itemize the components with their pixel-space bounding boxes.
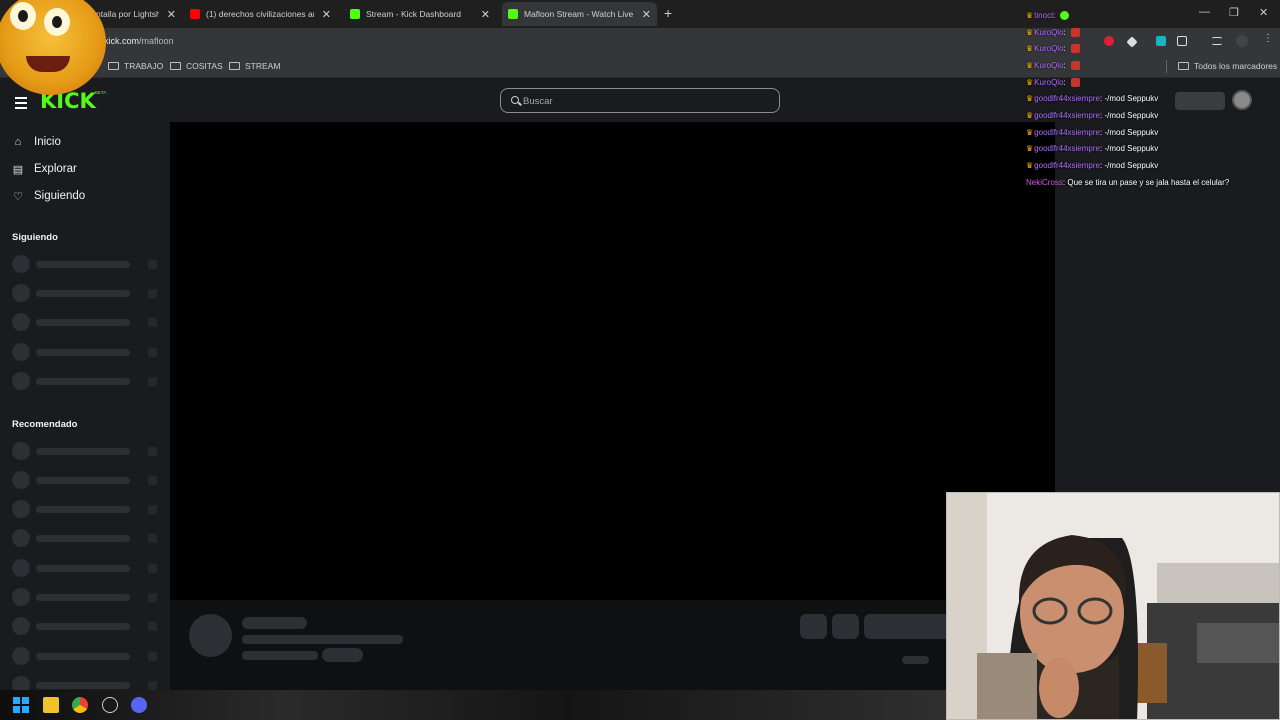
crown-icon: ♛ — [1026, 44, 1034, 54]
chat-message: ♛ goodlfr44xsiempre: -/mod Seppukv — [1026, 144, 1159, 154]
bookmark-cositas[interactable]: COSITAS — [170, 61, 223, 71]
tab-kick-dashboard[interactable]: Stream - Kick Dashboard ✕ — [344, 4, 496, 24]
skeleton-bar — [242, 635, 403, 644]
file-explorer-icon[interactable] — [43, 697, 59, 713]
bookmark-trabajo[interactable]: TRABAJO — [108, 61, 163, 71]
video-player[interactable] — [170, 122, 1055, 600]
chat-message: ♛ goodlfr44xsiempre: -/mod Seppukv — [1026, 94, 1159, 104]
chat-message: ♛ tinocl: — [1026, 7, 1280, 24]
new-tab-button[interactable]: + — [664, 5, 672, 21]
chat-message: ♛ goodlfr44xsiempre: -/mod Seppukv — [1026, 161, 1159, 171]
kick-icon — [350, 9, 360, 19]
emote-icon — [1070, 77, 1080, 87]
beta-label: BETA — [95, 90, 107, 95]
list-item-skeleton — [12, 372, 162, 390]
list-item-skeleton — [12, 313, 162, 331]
emote-icon — [1070, 27, 1080, 37]
obs-icon[interactable] — [102, 697, 118, 713]
crown-icon: ♛ — [1026, 144, 1034, 154]
tab-mafloon-stream[interactable]: Mafloon Stream - Watch Live o ✕ — [502, 2, 657, 26]
crown-icon: ♛ — [1026, 77, 1034, 87]
menu-icon[interactable] — [15, 97, 27, 112]
folder-icon — [229, 62, 240, 70]
close-icon[interactable]: ✕ — [642, 8, 651, 21]
explore-icon: ▤ — [12, 163, 24, 176]
close-icon[interactable]: ✕ — [167, 8, 176, 21]
folder-icon — [170, 62, 181, 70]
skeleton-button — [864, 614, 954, 639]
close-icon[interactable]: ✕ — [322, 8, 331, 21]
list-item-skeleton — [12, 471, 162, 489]
crown-icon: ♛ — [1026, 127, 1034, 137]
list-item-skeleton — [12, 442, 162, 460]
heart-icon: ♡ — [13, 190, 23, 203]
emote-icon — [1060, 10, 1070, 20]
home-icon: ⌂ — [14, 136, 22, 148]
list-item-skeleton — [12, 343, 162, 361]
skeleton-bar — [242, 617, 307, 629]
list-item-skeleton — [12, 284, 162, 302]
search-icon — [511, 96, 519, 104]
discord-icon[interactable] — [131, 697, 147, 713]
crown-icon: ♛ — [1026, 27, 1034, 37]
sidebar-item-label: Siguiendo — [34, 190, 86, 202]
recommended-section-title: Recomendado — [12, 419, 78, 430]
close-icon[interactable]: ✕ — [481, 8, 490, 21]
crown-icon: ♛ — [1026, 60, 1034, 70]
list-item-skeleton — [12, 588, 162, 606]
sidebar-item-inicio[interactable]: ⌂ Inicio — [12, 136, 61, 148]
windows-start-icon[interactable] — [13, 697, 29, 713]
kick-icon — [508, 9, 518, 19]
crown-icon: ♛ — [1026, 94, 1034, 104]
list-item-skeleton — [12, 617, 162, 635]
skeleton-button — [832, 614, 859, 639]
skeleton-bar — [902, 656, 929, 664]
tab-lightshot[interactable]: ntalla por Lightsh ✕ — [90, 4, 182, 24]
chat-overlay: ♛ tinocl: ♛ KuroQlo: ♛ KuroQlo: ♛ KuroQlo: ♛… — [1026, 7, 1280, 191]
chat-message: ♛ KuroQlo: — [1026, 24, 1280, 41]
tab-label: Stream - Kick Dashboard — [366, 9, 461, 19]
skeleton-pill — [322, 648, 363, 662]
crown-icon: ♛ — [1026, 161, 1034, 171]
channel-avatar-skeleton — [189, 614, 232, 657]
chat-message: ♛ goodlfr44xsiempre: -/mod Seppukv — [1026, 127, 1159, 137]
sidebar-item-label: Inicio — [34, 136, 61, 148]
tab-youtube[interactable]: (1) derechos civilizaciones antig ✕ — [184, 4, 337, 24]
chrome-icon[interactable] — [72, 697, 88, 713]
chat-message: ♛ KuroQlo: — [1026, 57, 1280, 74]
list-item-skeleton — [12, 500, 162, 518]
skeleton-bar — [242, 651, 318, 660]
emote-icon — [1070, 60, 1080, 70]
bookmark-stream[interactable]: STREAM — [229, 61, 280, 71]
list-item-skeleton — [12, 255, 162, 273]
chat-message: ♛ KuroQlo: — [1026, 40, 1280, 57]
search-input[interactable] — [523, 93, 763, 109]
tab-label: ntalla por Lightsh — [96, 9, 159, 19]
tab-label: (1) derechos civilizaciones antig — [206, 9, 314, 19]
youtube-icon — [190, 9, 200, 19]
tab-label: Mafloon Stream - Watch Live o — [524, 9, 634, 19]
webcam-overlay — [946, 492, 1280, 720]
skeleton-button — [800, 614, 827, 639]
list-item-skeleton — [12, 647, 162, 665]
chat-message: ♛ KuroQlo: — [1026, 74, 1280, 91]
crown-icon: ♛ — [1026, 110, 1034, 120]
emote-icon — [1070, 44, 1080, 54]
following-section-title: Siguiendo — [12, 232, 58, 243]
url-text[interactable]: kick.com/mafloon — [104, 36, 174, 46]
crown-icon: ♛ — [1026, 10, 1034, 20]
sidebar-item-label: Explorar — [34, 163, 77, 175]
folder-icon — [108, 62, 119, 70]
list-item-skeleton — [12, 529, 162, 547]
webcam-image — [947, 493, 1279, 719]
sidebar-item-explorar[interactable]: ▤ Explorar — [12, 163, 77, 176]
chat-message: NekiCross: Que se tira un pase y se jala… — [1026, 177, 1230, 187]
search-box[interactable] — [500, 88, 780, 113]
chat-message: ♛ goodlfr44xsiempre: -/mod Seppukv — [1026, 110, 1159, 120]
list-item-skeleton — [12, 559, 162, 577]
sidebar-item-siguiendo[interactable]: ♡ Siguiendo — [12, 190, 86, 203]
